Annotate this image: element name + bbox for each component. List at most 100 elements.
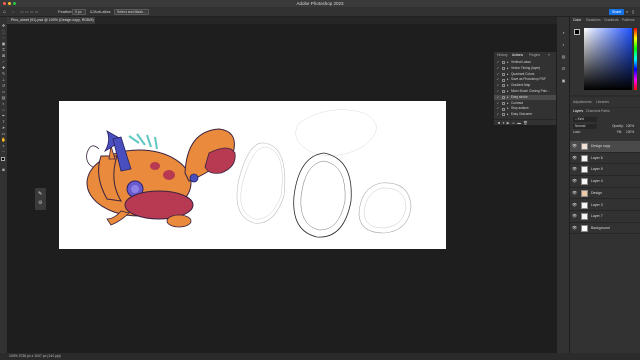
dialog-toggle[interactable] xyxy=(502,90,505,94)
marquee-icon[interactable]: ⬚ xyxy=(1,29,6,34)
eye-icon[interactable]: 👁 xyxy=(572,167,577,171)
new-selection-icon[interactable]: ▭ ▭ ▭ ▭ xyxy=(20,7,38,17)
brush-icon[interactable]: ✎ xyxy=(1,71,6,76)
dialog-toggle[interactable] xyxy=(502,78,505,82)
libraries-icon[interactable]: ▣ xyxy=(561,78,566,83)
home-icon[interactable]: ⌂ xyxy=(3,7,6,17)
dialog-toggle[interactable] xyxy=(502,84,505,88)
shape-icon[interactable]: ▭ xyxy=(1,131,6,136)
layer-row[interactable]: 👁 Layer 4 xyxy=(570,176,640,188)
lasso-tool-icon[interactable]: ◌ xyxy=(12,7,14,17)
tab-libraries[interactable]: Libraries xyxy=(596,97,609,107)
layer-row[interactable]: 👁 Layer 3 xyxy=(570,200,640,211)
tab-adjustments[interactable]: Adjustments xyxy=(573,97,592,107)
tab-swatches[interactable]: Swatches xyxy=(586,17,601,24)
action-row[interactable]: ✓ ▸ Vector Timing (layer) xyxy=(494,66,556,72)
action-row[interactable]: ✓ ▸ Easy stroke xyxy=(494,94,556,101)
action-row[interactable]: ✓ ▸ Save as Photoshop PDF xyxy=(494,77,556,83)
checkmark-icon[interactable]: ✓ xyxy=(496,60,500,66)
checkmark-icon[interactable]: ✓ xyxy=(496,112,500,118)
checkmark-icon[interactable]: ✓ xyxy=(496,95,500,101)
properties-icon[interactable]: ⊟ xyxy=(561,66,566,71)
checkmark-icon[interactable]: ✓ xyxy=(496,66,500,72)
action-row[interactable]: ✓ ▸ Mixer Brush Cloning Pain... xyxy=(494,89,556,95)
disclosure-triangle-icon[interactable]: ▸ xyxy=(507,112,509,118)
disclosure-triangle-icon[interactable]: ▸ xyxy=(507,72,509,78)
eye-icon[interactable]: 👁 xyxy=(572,155,577,160)
tab-layers[interactable]: Layers xyxy=(573,108,583,115)
disclosure-triangle-icon[interactable]: ▸ xyxy=(507,77,509,83)
eye-icon[interactable]: 👁 xyxy=(572,202,577,207)
history-brush-icon[interactable]: ↺ xyxy=(1,83,6,88)
hand-icon[interactable]: ✋ xyxy=(1,137,6,142)
stamp-icon[interactable]: ⊥ xyxy=(1,77,6,82)
dodge-icon[interactable]: ○ xyxy=(1,107,6,112)
lasso-icon[interactable]: ◌ xyxy=(1,35,6,40)
disclosure-triangle-icon[interactable]: ▸ xyxy=(507,101,509,107)
layer-row[interactable]: 👁 Design copy xyxy=(570,141,640,153)
search-icon[interactable]: ⌕ xyxy=(626,7,628,17)
action-row[interactable]: ✓ ▸ Easy Outcome xyxy=(494,112,556,118)
eye-icon[interactable]: 👁 xyxy=(572,214,577,218)
dialog-toggle[interactable] xyxy=(502,67,505,71)
dialog-toggle[interactable] xyxy=(502,96,505,100)
gradient-icon[interactable]: ▤ xyxy=(1,95,6,100)
tab-color[interactable]: Color xyxy=(573,17,581,24)
layers-icon[interactable]: ▤ xyxy=(561,54,566,59)
action-row[interactable]: ✓ ▸ Stop actions xyxy=(494,106,556,112)
brush-icon[interactable]: ✎ xyxy=(38,191,42,197)
layer-row[interactable]: 👁 Layer 7 xyxy=(570,211,640,223)
text-icon[interactable]: T xyxy=(1,119,6,124)
document-tab[interactable]: Pino_sheet (91).psd @ 100% (Design copy,… xyxy=(7,17,95,24)
pen-icon[interactable]: ✒ xyxy=(1,113,6,118)
hue-slider[interactable] xyxy=(634,28,637,90)
dialog-toggle[interactable] xyxy=(502,61,505,65)
blur-icon[interactable]: ◐ xyxy=(1,101,6,106)
workspace-icon[interactable]: ▯ xyxy=(632,7,634,17)
move-icon[interactable]: ✥ xyxy=(1,23,6,28)
tab-patterns[interactable]: Patterns xyxy=(622,17,635,24)
actions-controls[interactable]: ■●▶▭▬🗑 xyxy=(494,119,556,126)
checkmark-icon[interactable]: ✓ xyxy=(496,89,500,95)
layer-row[interactable]: 👁 Background xyxy=(570,223,640,235)
blend-mode-select[interactable]: Normal xyxy=(573,124,597,129)
tab-channels[interactable]: Channels xyxy=(586,108,600,115)
tab-paths[interactable]: Paths xyxy=(601,108,610,115)
eye-icon[interactable]: 👁 xyxy=(572,190,577,195)
tab-gradients[interactable]: Gradients xyxy=(604,17,619,24)
tab-actions[interactable]: Actions xyxy=(512,52,523,59)
settings-icon[interactable]: ⚙ xyxy=(38,200,42,206)
checkmark-icon[interactable]: ✓ xyxy=(496,106,500,112)
healing-icon[interactable]: ✚ xyxy=(1,65,6,70)
select-and-mask-button[interactable]: Select and Mask... xyxy=(114,9,149,15)
foreground-color-swatch[interactable] xyxy=(1,157,5,161)
crop-icon[interactable]: ⌗ xyxy=(1,47,6,52)
checkmark-icon[interactable]: ✓ xyxy=(496,83,500,89)
panel-menu-icon[interactable]: ≡ xyxy=(548,52,550,59)
feather-input[interactable]: 0 px xyxy=(72,9,86,15)
zoom-icon[interactable]: ⌕ xyxy=(1,143,6,148)
color-icon[interactable]: ◑ xyxy=(561,30,566,35)
foreground-color-swatch[interactable] xyxy=(574,29,580,35)
disclosure-triangle-icon[interactable]: ▸ xyxy=(507,106,509,112)
eyedropper-icon[interactable]: ⁄ xyxy=(1,59,6,64)
disclosure-triangle-icon[interactable]: ▸ xyxy=(507,95,509,101)
path-select-icon[interactable]: ➤ xyxy=(1,125,6,130)
checkmark-icon[interactable]: ✓ xyxy=(496,77,500,83)
frame-icon[interactable]: ⊠ xyxy=(1,53,6,58)
disclosure-triangle-icon[interactable]: ▸ xyxy=(507,89,509,95)
checkmark-icon[interactable]: ✓ xyxy=(496,101,500,107)
more-tools-icon[interactable]: ⋯ xyxy=(1,149,6,154)
fill-input[interactable]: 100% xyxy=(626,130,634,135)
quick-mask-icon[interactable]: ◙ xyxy=(1,167,6,172)
tab-history[interactable]: History xyxy=(497,52,508,59)
disclosure-triangle-icon[interactable]: ▸ xyxy=(507,60,509,66)
action-row[interactable]: ✓ ▸ Contract xyxy=(494,101,556,107)
kind-filter[interactable]: ⌕ Kind xyxy=(573,117,597,122)
dialog-toggle[interactable] xyxy=(502,101,505,105)
eraser-icon[interactable]: ▱ xyxy=(1,89,6,94)
color-picker-field[interactable] xyxy=(584,28,632,90)
eye-icon[interactable]: 👁 xyxy=(572,225,577,230)
checkmark-icon[interactable]: ✓ xyxy=(496,72,500,78)
dialog-toggle[interactable] xyxy=(502,72,505,76)
